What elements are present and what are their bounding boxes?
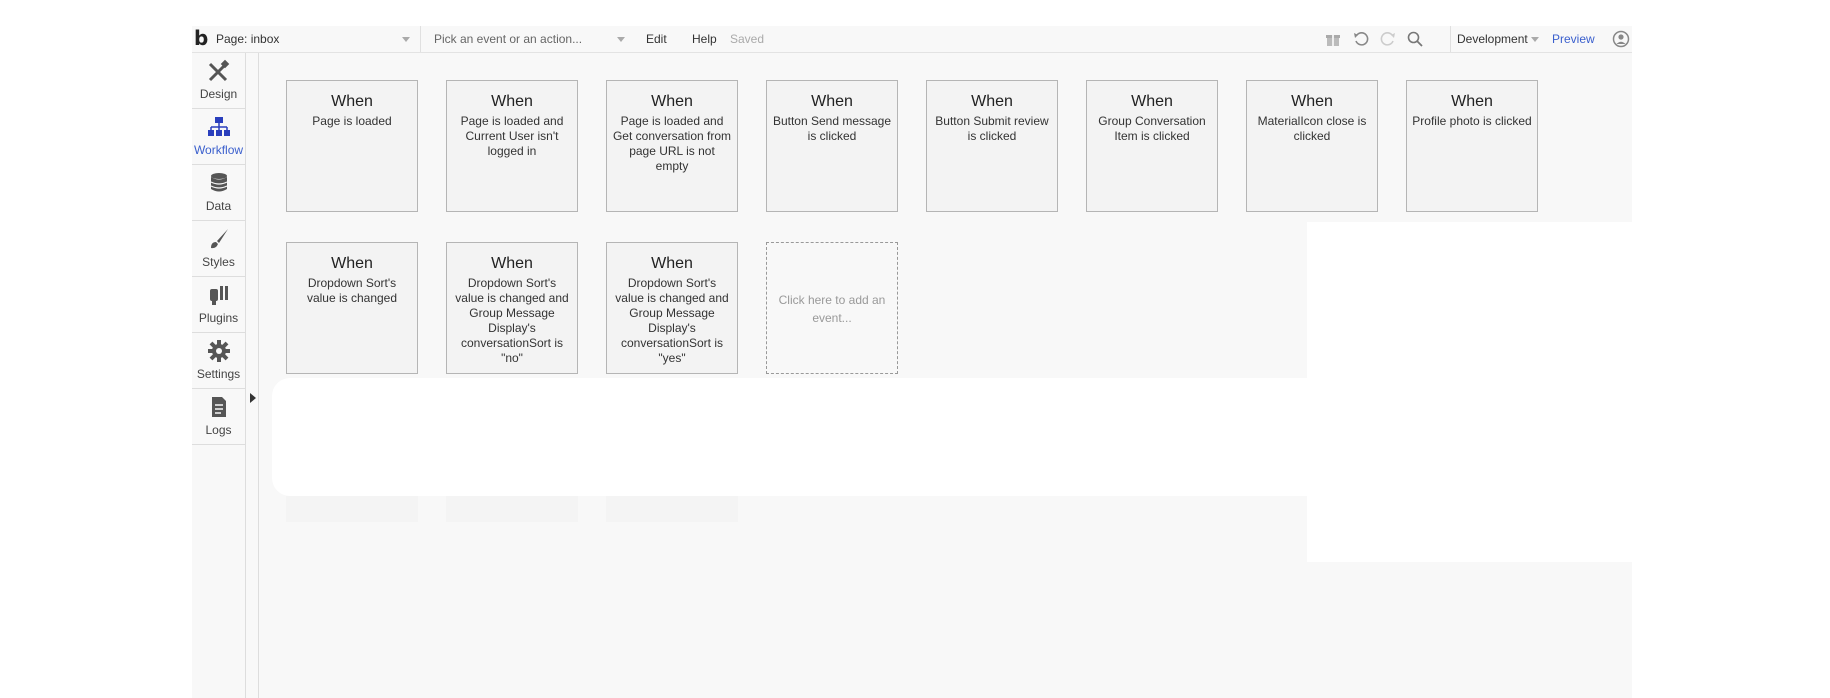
ghost-card bbox=[606, 496, 738, 522]
design-icon bbox=[208, 59, 229, 82]
workflow-when-label: When bbox=[491, 93, 533, 110]
sidebar-item-label: Data bbox=[205, 199, 232, 213]
sidebar-item-label: Styles bbox=[202, 255, 235, 269]
chevron-down-icon bbox=[617, 37, 625, 42]
help-menu[interactable]: Help bbox=[692, 26, 717, 52]
workflow-when-label: When bbox=[1451, 93, 1493, 110]
workflow-condition: Dropdown Sort's value is changed and Gro… bbox=[455, 276, 569, 365]
undo-icon[interactable] bbox=[1352, 30, 1370, 48]
sidebar-item-label: Logs bbox=[205, 423, 232, 437]
database-icon bbox=[210, 173, 227, 192]
workflow-card[interactable]: When Dropdown Sort's value is changed bbox=[286, 242, 418, 374]
sidebar-item-styles[interactable]: Styles bbox=[192, 221, 245, 277]
workflow-card[interactable]: When MaterialIcon close is clicked bbox=[1246, 80, 1378, 212]
editor-app: b Page: inbox Pick an event or an action… bbox=[192, 26, 1632, 698]
event-placeholder: Pick an event or an action... bbox=[434, 32, 583, 46]
sidebar-item-label: Plugins bbox=[198, 311, 239, 325]
workflow-card[interactable]: When Button Submit review is clicked bbox=[926, 80, 1058, 212]
ghost-card bbox=[446, 496, 578, 522]
document-icon bbox=[211, 397, 226, 417]
workflow-condition: Page is loaded and Get conversation from… bbox=[612, 114, 732, 173]
chevron-down-icon bbox=[1531, 37, 1539, 42]
sidebar-item-label: Design bbox=[199, 87, 238, 101]
workflow-when-label: When bbox=[971, 93, 1013, 110]
workflow-condition: Profile photo is clicked bbox=[1412, 114, 1532, 128]
blank-overlay-band bbox=[272, 378, 1632, 496]
user-account-icon[interactable] bbox=[1612, 30, 1630, 48]
collapse-arrow-icon[interactable] bbox=[250, 393, 256, 403]
workflow-condition: Button Send message is clicked bbox=[772, 114, 892, 143]
workflow-card[interactable]: When Group Conversation Item is clicked bbox=[1086, 80, 1218, 212]
workflow-condition: Page is loaded and Current User isn't lo… bbox=[460, 114, 564, 158]
workflow-when-label: When bbox=[331, 93, 373, 110]
page-label: Page: inbox bbox=[216, 32, 280, 46]
panel-divider bbox=[258, 53, 259, 698]
sidebar-item-settings[interactable]: Settings bbox=[192, 333, 245, 389]
workflow-when-label: When bbox=[651, 93, 693, 110]
workflow-icon bbox=[207, 117, 230, 136]
workflow-when-label: When bbox=[331, 255, 373, 272]
workflow-card[interactable]: When Page is loaded bbox=[286, 80, 418, 212]
sidebar-item-data[interactable]: Data bbox=[192, 165, 245, 221]
workflow-card[interactable]: When Profile photo is clicked bbox=[1406, 80, 1538, 212]
gift-icon[interactable] bbox=[1324, 30, 1342, 48]
event-search-input[interactable]: Pick an event or an action... bbox=[434, 26, 625, 52]
sidebar-item-workflow[interactable]: Workflow bbox=[192, 109, 245, 165]
workflow-card[interactable]: When Dropdown Sort's value is changed an… bbox=[446, 242, 578, 374]
workflow-when-label: When bbox=[651, 255, 693, 272]
redo-icon[interactable] bbox=[1379, 30, 1397, 48]
workflow-when-label: When bbox=[1131, 93, 1173, 110]
sidebar-item-label: Workflow bbox=[193, 143, 244, 157]
add-event-label: Click here to add an event... bbox=[778, 293, 886, 325]
gear-icon bbox=[207, 340, 230, 362]
workflow-when-label: When bbox=[491, 255, 533, 272]
sidebar-item-plugins[interactable]: Plugins bbox=[192, 277, 245, 333]
edit-menu[interactable]: Edit bbox=[646, 26, 667, 52]
sidebar: Design Workflow Data Styles Plugins Sett… bbox=[192, 53, 246, 698]
sidebar-item-design[interactable]: Design bbox=[192, 53, 245, 109]
plug-icon bbox=[209, 286, 228, 305]
workflow-card[interactable]: When Page is loaded and Current User isn… bbox=[446, 80, 578, 212]
workflow-condition: Dropdown Sort's value is changed and Gro… bbox=[615, 276, 729, 365]
workflow-card[interactable]: When Dropdown Sort's value is changed an… bbox=[606, 242, 738, 374]
page-selector[interactable]: Page: inbox bbox=[216, 26, 421, 52]
workflow-condition: Group Conversation Item is clicked bbox=[1098, 114, 1206, 143]
workflow-card[interactable]: When Page is loaded and Get conversation… bbox=[606, 80, 738, 212]
workflow-card[interactable]: When Button Send message is clicked bbox=[766, 80, 898, 212]
workflow-when-label: When bbox=[811, 93, 853, 110]
preview-button[interactable]: Preview bbox=[1552, 26, 1595, 52]
sidebar-item-logs[interactable]: Logs bbox=[192, 389, 245, 445]
chevron-down-icon bbox=[402, 37, 410, 42]
bubble-logo[interactable]: b bbox=[194, 28, 208, 48]
workflow-condition: Page is loaded bbox=[312, 114, 392, 128]
environment-selector[interactable]: Development bbox=[1450, 26, 1542, 52]
add-event-button[interactable]: Click here to add an event... bbox=[766, 242, 898, 374]
workflow-condition: Dropdown Sort's value is changed bbox=[306, 276, 398, 305]
ghost-card bbox=[286, 496, 418, 522]
environment-label: Development bbox=[1457, 32, 1528, 46]
save-status: Saved bbox=[730, 32, 765, 46]
workflow-when-label: When bbox=[1291, 93, 1333, 110]
search-icon[interactable] bbox=[1406, 30, 1424, 48]
workflow-condition: MaterialIcon close is clicked bbox=[1257, 114, 1367, 143]
sidebar-item-label: Settings bbox=[196, 367, 241, 381]
brush-icon bbox=[210, 229, 228, 249]
workflow-condition: Button Submit review is clicked bbox=[935, 114, 1049, 143]
top-bar: b Page: inbox Pick an event or an action… bbox=[192, 26, 1632, 53]
